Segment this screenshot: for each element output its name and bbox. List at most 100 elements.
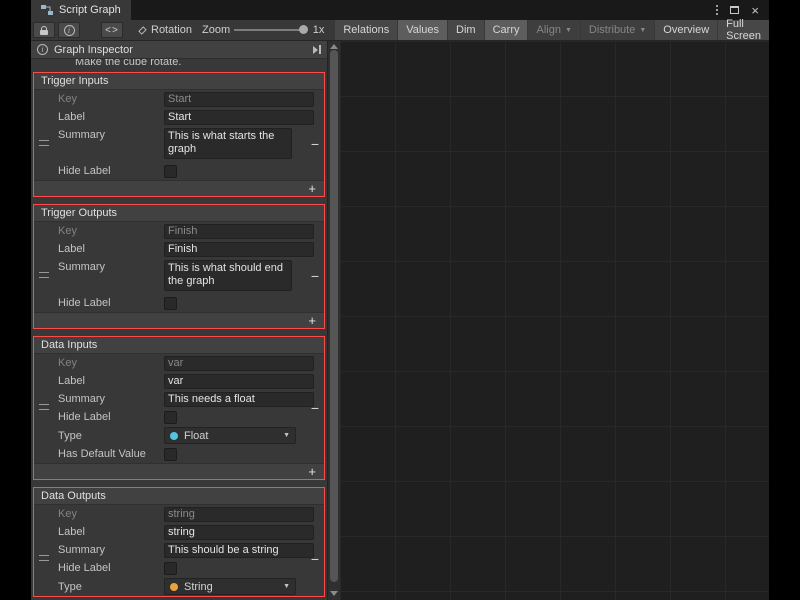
distribute-button: Distribute▼ (581, 20, 654, 40)
remove-port-button[interactable]: − (311, 401, 319, 415)
values-button[interactable]: Values (398, 20, 447, 40)
remove-port-button[interactable]: − (311, 552, 319, 566)
label-label: Label (34, 526, 164, 538)
dock-icon[interactable] (313, 45, 321, 54)
label-label: Label (34, 375, 164, 387)
summary-field[interactable] (164, 392, 314, 407)
carry-button[interactable]: Carry (485, 20, 528, 40)
hide-label-label: Hide Label (34, 411, 164, 423)
graph-inspector-panel: i Graph Inspector Make the cube rotate. … (31, 41, 327, 600)
scrollbar-thumb[interactable] (330, 50, 338, 582)
key-field[interactable] (164, 507, 314, 522)
chevron-down-icon: ▼ (565, 27, 572, 34)
key-field[interactable] (164, 92, 314, 107)
type-dropdown[interactable]: String ▼ (164, 578, 296, 595)
hide-label-checkbox[interactable] (164, 411, 177, 424)
drag-handle[interactable] (39, 555, 49, 561)
section-trigger-outputs: Trigger Outputs Key Label Summary This i… (33, 204, 325, 329)
add-port-button[interactable]: + (308, 314, 316, 327)
key-label: Key (34, 93, 164, 105)
summary-field[interactable]: This is what starts the graph (164, 128, 292, 159)
key-label: Key (34, 508, 164, 520)
fullscreen-button[interactable]: Full Screen (718, 20, 769, 40)
remove-port-button[interactable]: − (311, 269, 319, 283)
label-field[interactable] (164, 110, 314, 125)
summary-field[interactable]: This is what should end the graph (164, 260, 292, 291)
section-title: Data Inputs (34, 337, 324, 354)
label-label: Label (34, 111, 164, 123)
type-label: Type (34, 430, 164, 442)
hide-label-checkbox[interactable] (164, 297, 177, 310)
add-port-button[interactable]: + (308, 465, 316, 478)
script-graph-icon (41, 5, 53, 15)
tab-script-graph[interactable]: Script Graph (31, 0, 131, 20)
summary-label: Summary (34, 544, 164, 556)
hide-label-label: Hide Label (34, 297, 164, 309)
label-label: Label (34, 243, 164, 255)
has-default-value-checkbox[interactable] (164, 448, 177, 461)
section-title: Trigger Outputs (34, 205, 324, 222)
code-button[interactable]: <> (101, 22, 123, 38)
key-field[interactable] (164, 224, 314, 239)
close-icon[interactable]: × (751, 4, 759, 17)
tab-label: Script Graph (59, 4, 121, 16)
has-default-value-label: Has Default Value (34, 448, 164, 460)
menu-kebab-icon[interactable] (716, 5, 718, 15)
float-type-dot (170, 432, 178, 440)
scroll-up-icon[interactable] (330, 44, 338, 49)
zoom-value: 1x (313, 24, 325, 36)
key-label: Key (34, 357, 164, 369)
summary-field[interactable] (164, 543, 314, 558)
toolbar: i <> Rotation Zoom 1x Relations Values D… (31, 20, 769, 41)
overview-button[interactable]: Overview (655, 20, 717, 40)
titlebar: Script Graph × (31, 0, 769, 20)
section-title: Data Outputs (34, 488, 324, 505)
info-icon: i (64, 25, 75, 36)
drag-handle[interactable] (39, 140, 49, 146)
toolbar-button-group: Relations Values Dim Carry Align▼ Distri… (334, 20, 769, 40)
label-field[interactable] (164, 374, 314, 389)
hide-label-checkbox[interactable] (164, 562, 177, 575)
graph-canvas[interactable] (340, 41, 769, 600)
rotation-icon (138, 26, 146, 34)
type-label: Type (34, 581, 164, 593)
inspector-scrollbar[interactable] (327, 41, 340, 600)
remove-port-button[interactable]: − (311, 137, 319, 151)
label-field[interactable] (164, 242, 314, 257)
dim-button[interactable]: Dim (448, 20, 484, 40)
drag-handle[interactable] (39, 404, 49, 410)
zoom-slider-knob[interactable] (299, 25, 308, 34)
lock-button[interactable] (33, 22, 55, 38)
zoom-label: Zoom (202, 24, 230, 36)
add-port-button[interactable]: + (308, 182, 316, 195)
type-value: Float (184, 430, 208, 442)
add-row: + (34, 312, 324, 328)
align-button: Align▼ (528, 20, 579, 40)
hide-label-checkbox[interactable] (164, 165, 177, 178)
relations-button[interactable]: Relations (335, 20, 397, 40)
chevron-down-icon: ▼ (283, 583, 290, 590)
rotation-label: Rotation (151, 24, 192, 36)
titlebar-spacer (131, 0, 717, 20)
string-type-dot (170, 583, 178, 591)
unity-window: Script Graph × i <> Rotation Zoom 1x Rel… (31, 0, 769, 600)
summary-label: Summary (34, 260, 164, 273)
drag-handle[interactable] (39, 272, 49, 278)
section-title: Trigger Inputs (34, 73, 324, 90)
type-dropdown[interactable]: Float ▼ (164, 427, 296, 444)
info-button[interactable]: i (58, 22, 80, 38)
section-trigger-inputs: Trigger Inputs Key Label Summary This is… (33, 72, 325, 197)
key-field[interactable] (164, 356, 314, 371)
add-row: + (34, 463, 324, 479)
zoom-slider[interactable] (234, 29, 305, 31)
chevron-down-icon: ▼ (283, 432, 290, 439)
lock-icon (40, 30, 48, 35)
hide-label-label: Hide Label (34, 165, 164, 177)
label-field[interactable] (164, 525, 314, 540)
summary-label: Summary (34, 393, 164, 405)
maximize-icon[interactable] (730, 6, 739, 14)
summary-label: Summary (34, 128, 164, 141)
hide-label-label: Hide Label (34, 562, 164, 574)
scroll-down-icon[interactable] (330, 591, 338, 596)
section-data-outputs: Data Outputs Key Label Summary Hide Labe… (33, 487, 325, 597)
